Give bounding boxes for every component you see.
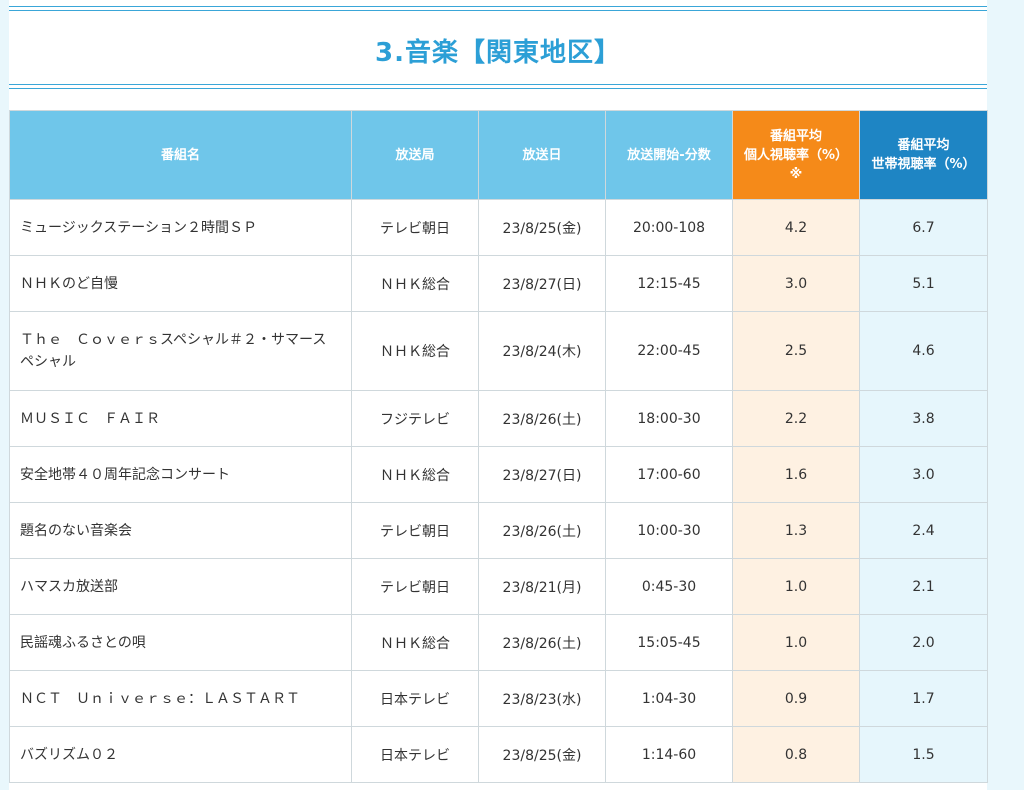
cell-start: 1:14-60 xyxy=(605,726,733,783)
table-header-row: 番組名 放送局 放送日 放送開始-分数 番組平均 個人視聴率（%） ※ 番組平均… xyxy=(9,110,988,200)
cell-date: 23/8/25(金) xyxy=(478,199,606,256)
cell-date: 23/8/26(土) xyxy=(478,502,606,559)
cell-station: 日本テレビ xyxy=(351,726,479,783)
cell-program: 安全地帯４０周年記念コンサート xyxy=(9,446,352,503)
header-individual-line1: 番組平均 xyxy=(769,128,822,144)
cell-station: ＮＨＫ総合 xyxy=(351,614,479,671)
cell-station: ＮＨＫ総合 xyxy=(351,255,479,312)
cell-program: ＮＨＫのど自慢 xyxy=(9,255,352,312)
cell-individual-rating: 1.0 xyxy=(732,558,860,615)
cell-household-rating: 6.7 xyxy=(859,199,988,256)
table-row: 題名のない音楽会 テレビ朝日 23/8/26(土) 10:00-30 1.3 2… xyxy=(9,502,988,559)
cell-individual-rating: 1.3 xyxy=(732,502,860,559)
header-start: 放送開始-分数 xyxy=(605,110,733,200)
cell-start: 1:04-30 xyxy=(605,670,733,727)
cell-individual-rating: 2.5 xyxy=(732,311,860,391)
cell-individual-rating: 4.2 xyxy=(732,199,860,256)
cell-station: ＮＨＫ総合 xyxy=(351,311,479,391)
cell-start: 22:00-45 xyxy=(605,311,733,391)
cell-program: 題名のない音楽会 xyxy=(9,502,352,559)
table-row: ＮＨＫのど自慢 ＮＨＫ総合 23/8/27(日) 12:15-45 3.0 5.… xyxy=(9,255,988,312)
cell-program: Ｔｈｅ Ｃｏｖｅｒｓスペシャル＃２・サマースペシャル xyxy=(9,311,352,391)
cell-individual-rating: 0.9 xyxy=(732,670,860,727)
cell-start: 20:00-108 xyxy=(605,199,733,256)
cell-household-rating: 3.8 xyxy=(859,390,988,447)
cell-individual-rating: 2.2 xyxy=(732,390,860,447)
cell-program: ＭＵＳＩＣ ＦＡＩＲ xyxy=(9,390,352,447)
table-row: ＮＣＴ Ｕｎｉｖｅｒｓｅ：ＬＡＳＴＡＲＴ 日本テレビ 23/8/23(水) 1:… xyxy=(9,670,988,727)
cell-station: テレビ朝日 xyxy=(351,502,479,559)
table-row: Ｔｈｅ Ｃｏｖｅｒｓスペシャル＃２・サマースペシャル ＮＨＫ総合 23/8/24… xyxy=(9,311,988,391)
cell-start: 10:00-30 xyxy=(605,502,733,559)
cell-start: 17:00-60 xyxy=(605,446,733,503)
header-individual-line2: 個人視聴率（%） xyxy=(743,147,849,163)
cell-individual-rating: 0.8 xyxy=(732,726,860,783)
section-title: 3.音楽【関東地区】 xyxy=(375,38,621,68)
top-rule-2 xyxy=(9,10,987,11)
table-row: バズリズム０２ 日本テレビ 23/8/25(金) 1:14-60 0.8 1.5 xyxy=(9,726,988,783)
header-program: 番組名 xyxy=(9,110,352,200)
table-row: ミュージックステーション２時間ＳＰ テレビ朝日 23/8/25(金) 20:00… xyxy=(9,199,988,256)
cell-household-rating: 2.4 xyxy=(859,502,988,559)
cell-program: バズリズム０２ xyxy=(9,726,352,783)
cell-station: ＮＨＫ総合 xyxy=(351,446,479,503)
section-header: 3.音楽【関東地区】 xyxy=(9,6,987,92)
cell-program: ハマスカ放送部 xyxy=(9,558,352,615)
table-row: 民謡魂ふるさとの唄 ＮＨＫ総合 23/8/26(土) 15:05-45 1.0 … xyxy=(9,614,988,671)
cell-station: 日本テレビ xyxy=(351,670,479,727)
header-household-line2: 世帯視聴率（%） xyxy=(871,157,976,172)
cell-household-rating: 5.1 xyxy=(859,255,988,312)
cell-station: テレビ朝日 xyxy=(351,199,479,256)
cell-date: 23/8/27(日) xyxy=(478,446,606,503)
cell-program: ミュージックステーション２時間ＳＰ xyxy=(9,199,352,256)
cell-date: 23/8/27(日) xyxy=(478,255,606,312)
cell-program: 民謡魂ふるさとの唄 xyxy=(9,614,352,671)
header-household-line1: 番組平均 xyxy=(897,138,950,153)
table-row: 安全地帯４０周年記念コンサート ＮＨＫ総合 23/8/27(日) 17:00-6… xyxy=(9,446,988,503)
cell-household-rating: 2.0 xyxy=(859,614,988,671)
header-household-rating: 番組平均 世帯視聴率（%） xyxy=(859,110,988,200)
header-date: 放送日 xyxy=(478,110,606,200)
cell-start: 0:45-30 xyxy=(605,558,733,615)
cell-household-rating: 1.7 xyxy=(859,670,988,727)
cell-start: 12:15-45 xyxy=(605,255,733,312)
cell-household-rating: 4.6 xyxy=(859,311,988,391)
cell-individual-rating: 3.0 xyxy=(732,255,860,312)
ratings-table: 番組名 放送局 放送日 放送開始-分数 番組平均 個人視聴率（%） ※ 番組平均… xyxy=(9,110,988,783)
cell-individual-rating: 1.0 xyxy=(732,614,860,671)
header-individual-note: ※ xyxy=(789,166,803,182)
cell-station: テレビ朝日 xyxy=(351,558,479,615)
bottom-rule-1 xyxy=(9,84,987,85)
bottom-rule-2 xyxy=(9,88,987,89)
cell-start: 15:05-45 xyxy=(605,614,733,671)
cell-start: 18:00-30 xyxy=(605,390,733,447)
cell-date: 23/8/26(土) xyxy=(478,614,606,671)
cell-program: ＮＣＴ Ｕｎｉｖｅｒｓｅ：ＬＡＳＴＡＲＴ xyxy=(9,670,352,727)
cell-date: 23/8/26(土) xyxy=(478,390,606,447)
cell-date: 23/8/24(木) xyxy=(478,311,606,391)
cell-date: 23/8/25(金) xyxy=(478,726,606,783)
header-individual-rating: 番組平均 個人視聴率（%） ※ xyxy=(732,110,860,200)
top-rule-1 xyxy=(9,6,987,7)
cell-household-rating: 1.5 xyxy=(859,726,988,783)
cell-date: 23/8/21(月) xyxy=(478,558,606,615)
content-panel: 3.音楽【関東地区】 番組名 放送局 放送日 放送開始-分数 番組平均 個人視聴… xyxy=(9,0,988,790)
cell-station: フジテレビ xyxy=(351,390,479,447)
table-row: ＭＵＳＩＣ ＦＡＩＲ フジテレビ 23/8/26(土) 18:00-30 2.2… xyxy=(9,390,988,447)
cell-individual-rating: 1.6 xyxy=(732,446,860,503)
cell-household-rating: 2.1 xyxy=(859,558,988,615)
table-row: ハマスカ放送部 テレビ朝日 23/8/21(月) 0:45-30 1.0 2.1 xyxy=(9,558,988,615)
header-station: 放送局 xyxy=(351,110,479,200)
cell-household-rating: 3.0 xyxy=(859,446,988,503)
cell-date: 23/8/23(水) xyxy=(478,670,606,727)
